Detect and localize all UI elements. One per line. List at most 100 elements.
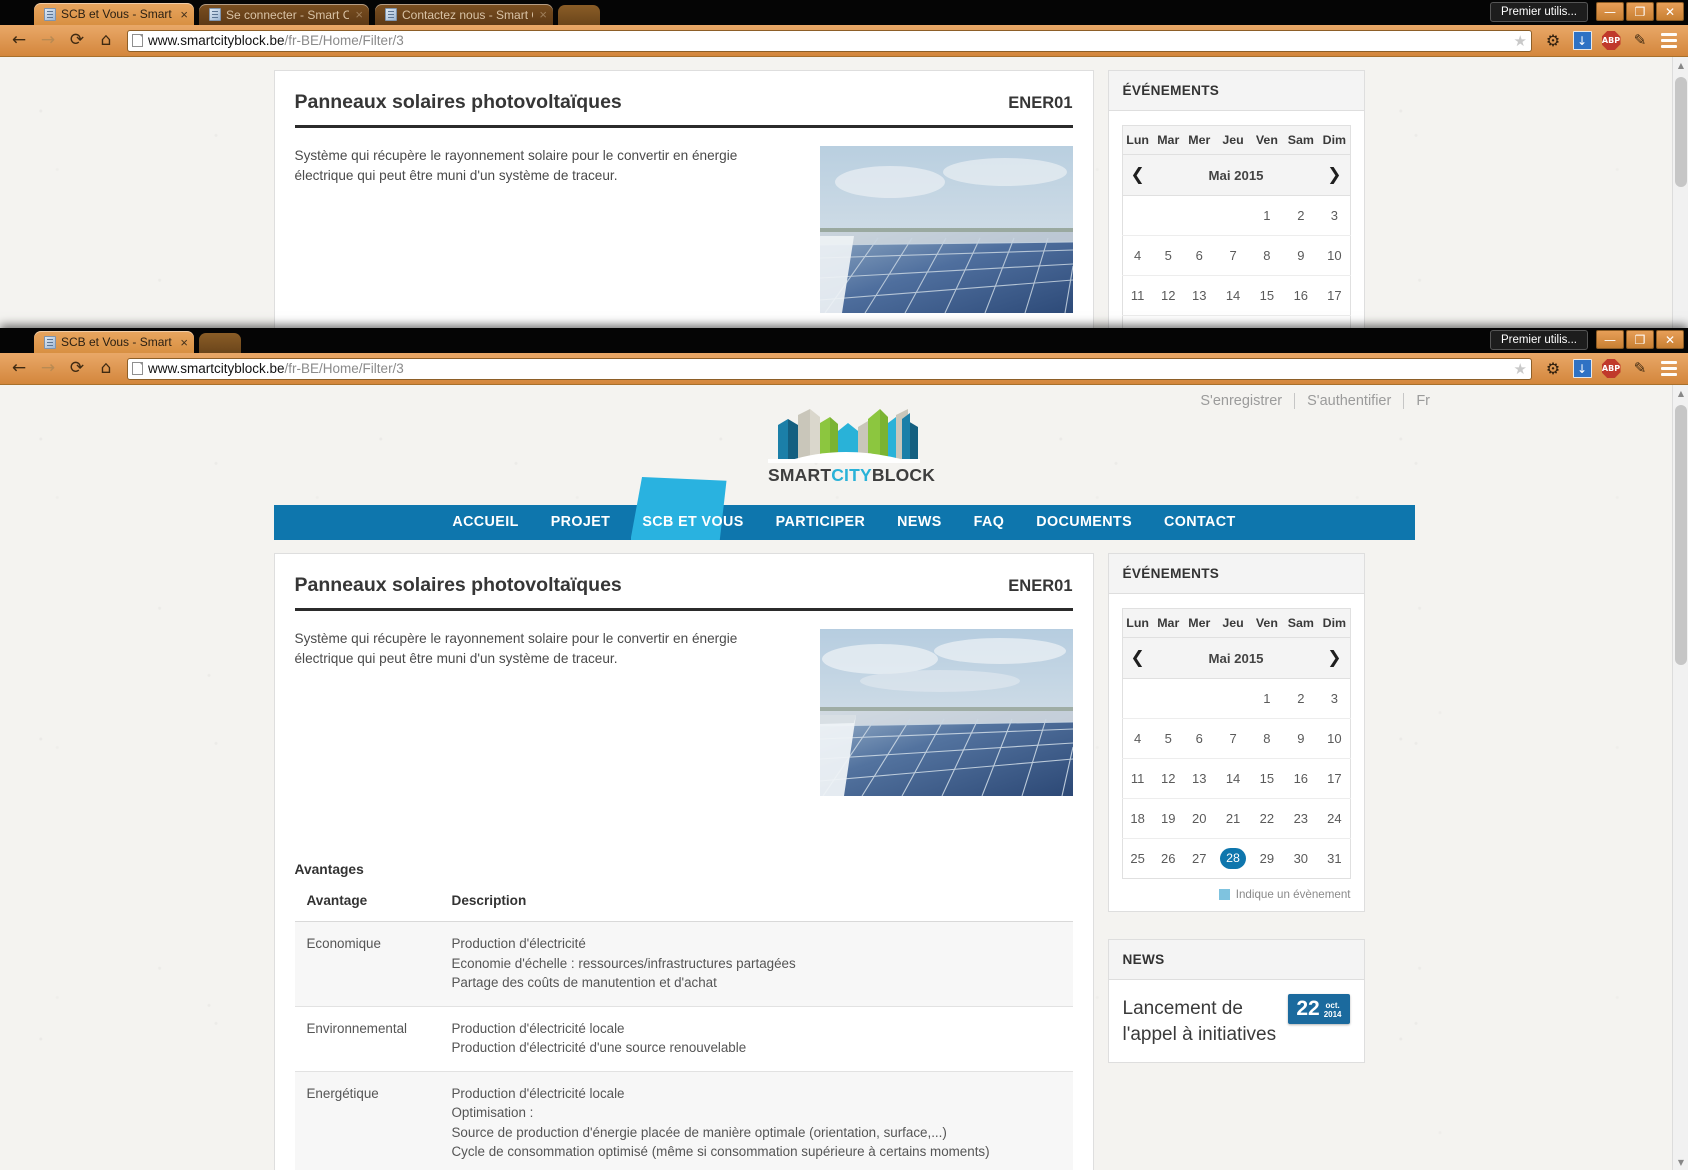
calendar-day-5[interactable]: 5 xyxy=(1152,235,1184,276)
calendar-day-29[interactable]: 29 xyxy=(1251,838,1283,879)
reload-icon[interactable]: ⟳ xyxy=(64,356,90,382)
nav-item-accueil[interactable]: ACCUEIL xyxy=(436,505,534,540)
eyedropper-icon[interactable]: ✎ xyxy=(1627,356,1653,382)
nav-item-faq[interactable]: FAQ xyxy=(958,505,1021,540)
close-button[interactable]: ✕ xyxy=(1656,2,1684,21)
nav-item-scb-et-vous[interactable]: SCB ET VOUS xyxy=(626,505,759,540)
calendar-day-15[interactable]: 15 xyxy=(1251,275,1283,316)
nav-item-participer[interactable]: PARTICIPER xyxy=(760,505,882,540)
calendar-day-8[interactable]: 8 xyxy=(1251,235,1283,276)
calendar-day-14[interactable]: 14 xyxy=(1214,758,1252,799)
calendar-day-17[interactable]: 17 xyxy=(1319,275,1350,316)
calendar-day-13[interactable]: 13 xyxy=(1183,758,1215,799)
calendar-prev-icon[interactable]: ❮ xyxy=(1122,637,1153,679)
home-icon[interactable]: ⌂ xyxy=(93,356,119,382)
adblock-icon[interactable]: ABP xyxy=(1598,356,1624,382)
calendar-day-27[interactable]: 27 xyxy=(1183,838,1215,879)
calendar-prev-icon[interactable]: ❮ xyxy=(1122,154,1153,196)
calendar-day-16[interactable]: 16 xyxy=(1282,275,1320,316)
calendar-day-9[interactable]: 9 xyxy=(1282,718,1320,759)
calendar-next-icon[interactable]: ❯ xyxy=(1319,154,1350,196)
calendar-next-icon[interactable]: ❯ xyxy=(1319,637,1350,679)
calendar-day-17[interactable]: 17 xyxy=(1319,758,1350,799)
minimize-button[interactable]: — xyxy=(1596,330,1624,349)
calendar-day-3[interactable]: 3 xyxy=(1319,195,1350,236)
login-link[interactable]: S'authentifier xyxy=(1307,393,1391,409)
calendar-day-10[interactable]: 10 xyxy=(1319,235,1350,276)
calendar-day-26[interactable]: 26 xyxy=(1152,838,1184,879)
nav-item-contact[interactable]: CONTACT xyxy=(1148,505,1252,540)
calendar-day-2[interactable]: 2 xyxy=(1282,195,1320,236)
calendar-day-12[interactable]: 12 xyxy=(1152,275,1184,316)
nav-item-news[interactable]: NEWS xyxy=(881,505,958,540)
calendar-day-14[interactable]: 14 xyxy=(1214,275,1252,316)
calendar-day-10[interactable]: 10 xyxy=(1319,718,1350,759)
calendar-day-11[interactable]: 11 xyxy=(1122,275,1153,316)
maximize-button[interactable]: ❐ xyxy=(1626,2,1654,21)
back-tab-2[interactable]: Contactez nous - Smart Ci × xyxy=(375,4,553,25)
news-list-item[interactable]: Lancement de l'appel à initiatives 22 oc… xyxy=(1109,980,1364,1062)
scroll-up-icon[interactable]: ▲ xyxy=(1673,385,1688,401)
home-icon[interactable]: ⌂ xyxy=(93,28,119,54)
calendar-day-20[interactable]: 20 xyxy=(1183,798,1215,839)
calendar-day-4[interactable]: 4 xyxy=(1122,235,1153,276)
calendar-day-4[interactable]: 4 xyxy=(1122,718,1153,759)
calendar-day-15[interactable]: 15 xyxy=(1251,758,1283,799)
calendar-day-31[interactable]: 31 xyxy=(1319,838,1350,879)
tab-close-icon[interactable]: × xyxy=(180,335,188,350)
calendar-day-12[interactable]: 12 xyxy=(1152,758,1184,799)
calendar-day-6[interactable]: 6 xyxy=(1183,718,1215,759)
maximize-button[interactable]: ❐ xyxy=(1626,330,1654,349)
calendar-day-6[interactable]: 6 xyxy=(1183,235,1215,276)
calendar-day-16[interactable]: 16 xyxy=(1282,758,1320,799)
close-button[interactable]: ✕ xyxy=(1656,330,1684,349)
calendar-day-7[interactable]: 7 xyxy=(1214,718,1252,759)
calendar-day-11[interactable]: 11 xyxy=(1122,758,1153,799)
back-address-bar[interactable]: www.smartcityblock.be/fr-BE/Home/Filter/… xyxy=(127,29,1532,52)
download-extension-icon[interactable]: ↓ xyxy=(1569,28,1595,54)
calendar-day-23[interactable]: 23 xyxy=(1282,798,1320,839)
calendar-selected-day[interactable]: 28 xyxy=(1220,848,1247,869)
calendar-day-24[interactable]: 24 xyxy=(1319,798,1350,839)
minimize-button[interactable]: — xyxy=(1596,2,1624,21)
tab-close-icon[interactable]: × xyxy=(180,7,188,22)
bookmark-star-icon[interactable]: ★ xyxy=(1514,32,1527,50)
back-tab-stub[interactable] xyxy=(558,5,600,25)
adblock-icon[interactable]: ABP xyxy=(1598,28,1624,54)
reload-icon[interactable]: ⟳ xyxy=(64,28,90,54)
calendar-day-5[interactable]: 5 xyxy=(1152,718,1184,759)
calendar-day-1[interactable]: 1 xyxy=(1251,678,1283,719)
nav-item-documents[interactable]: DOCUMENTS xyxy=(1020,505,1148,540)
front-address-bar[interactable]: www.smartcityblock.be/fr-BE/Home/Filter/… xyxy=(127,357,1532,380)
calendar-day-2[interactable]: 2 xyxy=(1282,678,1320,719)
back-page-scrollbar[interactable]: ▲ xyxy=(1672,57,1688,340)
calendar-day-21[interactable]: 21 xyxy=(1214,798,1252,839)
gear-icon[interactable]: ⚙ xyxy=(1540,356,1566,382)
forward-arrow-icon[interactable]: → xyxy=(35,28,61,54)
site-logo-wrapper[interactable]: SMARTCITYBLOCK xyxy=(0,385,1688,486)
calendar-day-13[interactable]: 13 xyxy=(1183,275,1215,316)
scrollbar-thumb[interactable] xyxy=(1675,77,1687,187)
calendar-day-7[interactable]: 7 xyxy=(1214,235,1252,276)
bookmark-star-icon[interactable]: ★ xyxy=(1514,360,1527,378)
calendar-day-25[interactable]: 25 xyxy=(1122,838,1153,879)
back-arrow-icon[interactable]: ← xyxy=(6,356,32,382)
back-tab-1[interactable]: Se connecter - Smart City × xyxy=(199,4,369,25)
front-tab-stub[interactable] xyxy=(199,333,241,353)
gear-icon[interactable]: ⚙ xyxy=(1540,28,1566,54)
scroll-up-icon[interactable]: ▲ xyxy=(1673,57,1688,73)
tab-close-icon[interactable]: × xyxy=(355,7,363,22)
forward-arrow-icon[interactable]: → xyxy=(35,356,61,382)
calendar-day-8[interactable]: 8 xyxy=(1251,718,1283,759)
calendar-day-28[interactable]: 28 xyxy=(1214,838,1252,879)
language-switch-link[interactable]: Fr xyxy=(1416,393,1430,409)
calendar-day-3[interactable]: 3 xyxy=(1319,678,1350,719)
tab-close-icon[interactable]: × xyxy=(539,7,547,22)
nav-item-projet[interactable]: PROJET xyxy=(535,505,627,540)
calendar-day-18[interactable]: 18 xyxy=(1122,798,1153,839)
register-link[interactable]: S'enregistrer xyxy=(1200,393,1282,409)
scrollbar-thumb[interactable] xyxy=(1675,405,1687,665)
front-user-profile-label[interactable]: Premier utilis... xyxy=(1489,330,1588,350)
download-extension-icon[interactable]: ↓ xyxy=(1569,356,1595,382)
back-arrow-icon[interactable]: ← xyxy=(6,28,32,54)
